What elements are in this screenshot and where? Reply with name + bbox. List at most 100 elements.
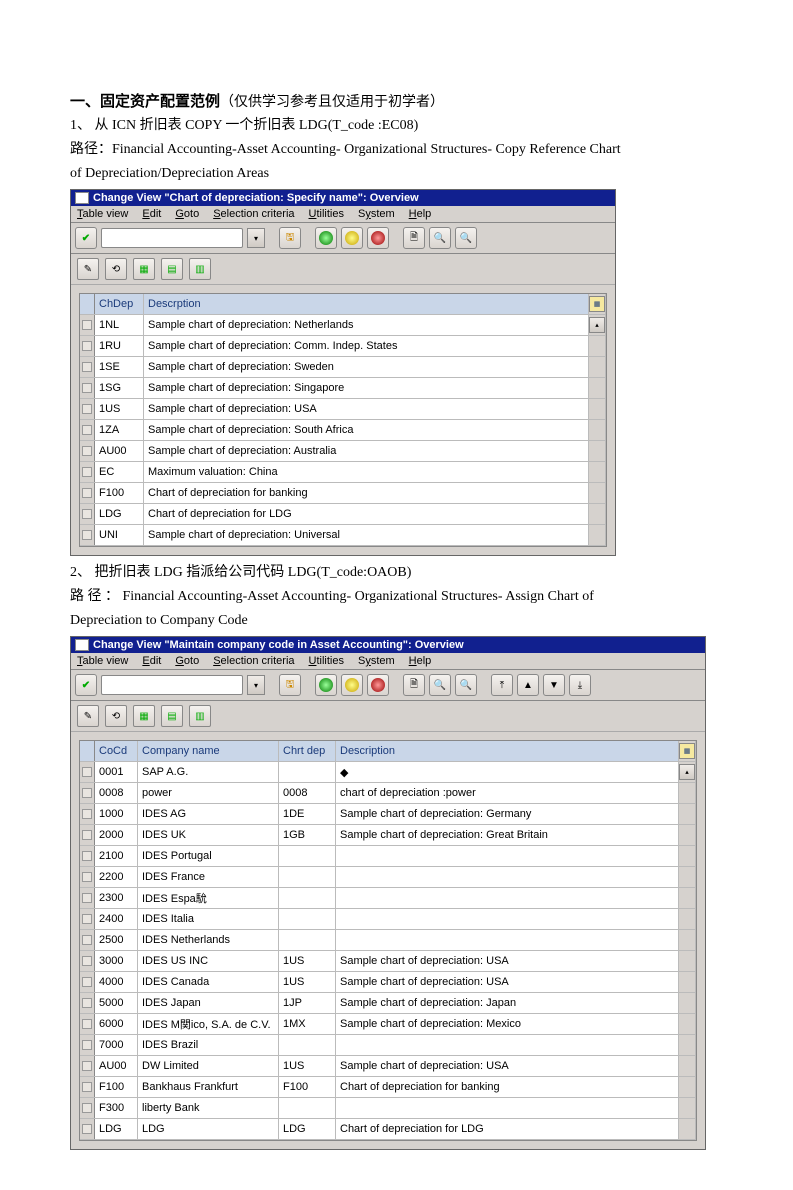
cell-chrt-dep[interactable] [279, 909, 336, 929]
scroll-up-icon[interactable]: ▴ [679, 764, 695, 780]
row-selector[interactable] [80, 909, 95, 929]
cell-company-name[interactable]: SAP A.G. [138, 762, 279, 782]
scrollbar-cell[interactable]: ▴ [589, 315, 606, 335]
menu-selection[interactable]: Selection criteria [213, 208, 294, 220]
col-config-icon[interactable]: ▦ [679, 741, 696, 761]
cell-description[interactable]: Sample chart of depreciation: USA [336, 951, 679, 971]
cell-description[interactable]: Sample chart of depreciation: USA [336, 972, 679, 992]
scrollbar-cell[interactable] [679, 1098, 696, 1118]
col-config-icon[interactable]: ▦ [589, 294, 606, 314]
cell-chrt-dep[interactable]: 1GB [279, 825, 336, 845]
cell-description[interactable]: Sample chart of depreciation: Universal [144, 525, 589, 545]
command-dropdown[interactable]: ▾ [247, 675, 265, 695]
scrollbar-cell[interactable] [589, 462, 606, 482]
table-row[interactable]: 2100IDES Portugal [80, 846, 696, 867]
cell-cocd[interactable]: 2500 [95, 930, 138, 950]
row-selector[interactable] [80, 783, 95, 803]
cell-company-name[interactable]: IDES France [138, 867, 279, 887]
scrollbar-cell[interactable] [589, 336, 606, 356]
cell-chrt-dep[interactable]: 1DE [279, 804, 336, 824]
cell-chrt-dep[interactable]: 1US [279, 951, 336, 971]
table-row[interactable]: AU00Sample chart of depreciation: Austra… [80, 441, 606, 462]
table-row[interactable]: 2200IDES France [80, 867, 696, 888]
menu-tableview[interactable]: Table view [77, 208, 128, 220]
grid-1-header[interactable]: ChDep Descrption ▦ [80, 294, 606, 315]
table-row[interactable]: 1USSample chart of depreciation: USA [80, 399, 606, 420]
table-row[interactable]: 0008power0008chart of depreciation :powe… [80, 783, 696, 804]
table-row[interactable]: 2500IDES Netherlands [80, 930, 696, 951]
table-row[interactable]: 1SESample chart of depreciation: Sweden [80, 357, 606, 378]
cell-chdep[interactable]: F100 [95, 483, 144, 503]
cell-company-name[interactable]: LDG [138, 1119, 279, 1139]
scrollbar-cell[interactable] [679, 1119, 696, 1139]
scrollbar-cell[interactable] [679, 951, 696, 971]
scrollbar-cell[interactable] [589, 399, 606, 419]
command-field[interactable] [101, 228, 243, 248]
cell-cocd[interactable]: 2100 [95, 846, 138, 866]
grid-1[interactable]: ChDep Descrption ▦ 1NLSample chart of de… [79, 293, 607, 547]
back-button[interactable] [315, 674, 337, 696]
cell-description[interactable]: Sample chart of depreciation: Great Brit… [336, 825, 679, 845]
cell-company-name[interactable]: IDES M関ico, S.A. de C.V. [138, 1014, 279, 1034]
exit-button[interactable] [341, 674, 363, 696]
col-cocd[interactable]: CoCd [95, 741, 138, 761]
table-row[interactable]: F100Chart of depreciation for banking [80, 483, 606, 504]
table-row[interactable]: LDGLDGLDGChart of depreciation for LDG [80, 1119, 696, 1140]
cell-chdep[interactable]: UNI [95, 525, 144, 545]
cell-company-name[interactable]: DW Limited [138, 1056, 279, 1076]
table-row[interactable]: 2300IDES Espa馻 [80, 888, 696, 909]
cell-cocd[interactable]: F300 [95, 1098, 138, 1118]
cell-chrt-dep[interactable] [279, 762, 336, 782]
row-selector[interactable] [80, 1119, 95, 1139]
cell-chrt-dep[interactable] [279, 1098, 336, 1118]
table-row[interactable]: AU00DW Limited1USSample chart of depreci… [80, 1056, 696, 1077]
scrollbar-cell[interactable] [679, 909, 696, 929]
row-selector[interactable] [80, 462, 95, 482]
cell-company-name[interactable]: IDES Italia [138, 909, 279, 929]
cell-company-name[interactable]: IDES UK [138, 825, 279, 845]
cell-description[interactable]: Sample chart of depreciation: Singapore [144, 378, 589, 398]
menu-system[interactable]: System [358, 655, 395, 667]
row-selector[interactable] [80, 357, 95, 377]
cell-chdep[interactable]: 1SG [95, 378, 144, 398]
row-selector[interactable] [80, 930, 95, 950]
table-row[interactable]: 1RUSample chart of depreciation: Comm. I… [80, 336, 606, 357]
cell-chrt-dep[interactable] [279, 930, 336, 950]
cell-cocd[interactable]: 1000 [95, 804, 138, 824]
cell-description[interactable] [336, 888, 679, 908]
menu-utilities[interactable]: Utilities [309, 208, 344, 220]
menubar-2[interactable]: Table view Edit Goto Selection criteria … [71, 653, 705, 670]
find-button[interactable]: 🔍 [429, 227, 451, 249]
scrollbar-cell[interactable] [679, 1056, 696, 1076]
row-selector[interactable] [80, 504, 95, 524]
table-row[interactable]: 2400IDES Italia [80, 909, 696, 930]
cell-description[interactable]: Sample chart of depreciation: Mexico [336, 1014, 679, 1034]
col-chrt-dep[interactable]: Chrt dep [279, 741, 336, 761]
scroll-up-icon[interactable]: ▴ [589, 317, 605, 333]
scrollbar-cell[interactable] [679, 972, 696, 992]
cell-chdep[interactable]: AU00 [95, 441, 144, 461]
table-row[interactable]: 3000IDES US INC1USSample chart of deprec… [80, 951, 696, 972]
menu-system[interactable]: System [358, 208, 395, 220]
row-selector[interactable] [80, 399, 95, 419]
cell-description[interactable]: Sample chart of depreciation: Netherland… [144, 315, 589, 335]
cell-description[interactable] [336, 846, 679, 866]
enter-button[interactable]: ✔ [75, 674, 97, 696]
select-button[interactable]: ▦ [133, 258, 155, 280]
exit-button[interactable] [341, 227, 363, 249]
menu-edit[interactable]: Edit [142, 208, 161, 220]
menu-goto[interactable]: Goto [175, 208, 199, 220]
row-selector[interactable] [80, 1014, 95, 1034]
cell-description[interactable]: Chart of depreciation for banking [336, 1077, 679, 1097]
cell-cocd[interactable]: 3000 [95, 951, 138, 971]
save-button[interactable]: 🖫 [279, 227, 301, 249]
row-selector[interactable] [80, 378, 95, 398]
print-button[interactable]: 🗎 [403, 227, 425, 249]
delimit-button[interactable]: ▥ [189, 258, 211, 280]
cell-description[interactable] [336, 1098, 679, 1118]
save-button[interactable]: 🖫 [279, 674, 301, 696]
next-page-button[interactable]: ▼ [543, 674, 565, 696]
scrollbar-cell[interactable] [589, 357, 606, 377]
scrollbar-cell[interactable] [679, 783, 696, 803]
cell-cocd[interactable]: 2400 [95, 909, 138, 929]
